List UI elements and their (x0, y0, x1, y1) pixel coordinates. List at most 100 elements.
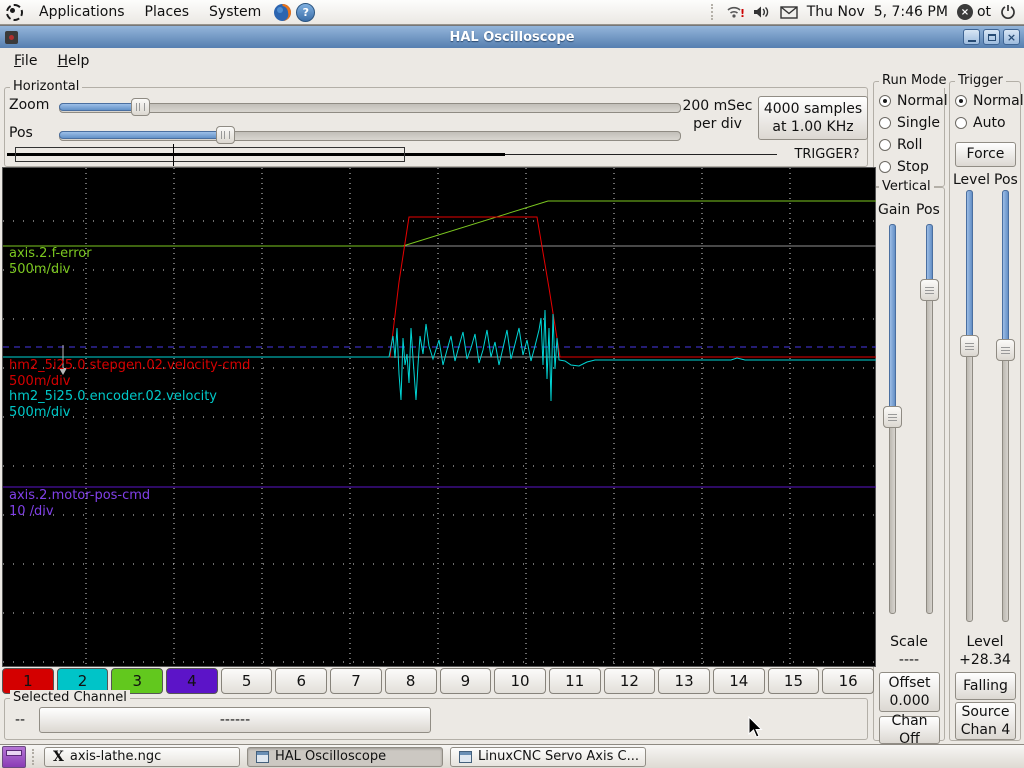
channel-scale: 500m/div (9, 374, 250, 390)
volume-icon[interactable] (753, 5, 771, 19)
pos-slider-label: Pos (9, 125, 33, 141)
x-application-icon: X (53, 750, 64, 764)
svg-text:!: ! (740, 7, 744, 20)
radio-icon (879, 95, 891, 107)
menu-places[interactable]: Places (137, 2, 198, 22)
menu-file[interactable]: File (4, 50, 47, 72)
channel-4-button[interactable]: 4 (166, 668, 218, 694)
channel-11-button[interactable]: 11 (549, 668, 601, 694)
run-mode-single-radio[interactable]: Single (874, 112, 944, 134)
taskbar-window-title: LinuxCNC Servo Axis C... (478, 749, 639, 764)
pos-slider-fill (59, 131, 229, 139)
channel-14-button[interactable]: 14 (713, 668, 765, 694)
trigger-mode-normal-radio[interactable]: Normal (950, 90, 1020, 112)
samples-rate-button[interactable]: 4000 samplesat 1.00 KHz (758, 96, 868, 140)
selected-channel-number: -- (15, 712, 25, 728)
radio-icon (879, 139, 891, 151)
zoom-slider-label: Zoom (9, 97, 49, 113)
trigger-level-slider-label: Level (953, 172, 990, 188)
run-mode-normal-radio[interactable]: Normal (874, 90, 944, 112)
channel-10-button[interactable]: 10 (494, 668, 546, 694)
horizontal-frame: Horizontal Zoom Pos 200 mSecper div 4000… (4, 87, 868, 167)
trigger-level-slider-handle[interactable] (960, 335, 979, 357)
selected-channel-frame: Selected Channel -- ------ (4, 698, 868, 740)
vertical-gain-slider-fill (889, 224, 896, 417)
vertical-gain-slider-handle[interactable] (883, 406, 902, 428)
trigger-source-button[interactable]: SourceChan 4 (955, 702, 1016, 740)
trigger-pos-slider-fill (1002, 190, 1009, 350)
zoom-slider-handle[interactable] (131, 98, 150, 116)
selected-channel-name-button[interactable]: ------ (39, 707, 431, 733)
trigger-level-value: +28.34 (950, 652, 1020, 668)
force-trigger-button[interactable]: Force (955, 142, 1016, 167)
menu-system[interactable]: System (201, 2, 269, 22)
channel-12-button[interactable]: 12 (604, 668, 656, 694)
vertical-scale-caption: Scale (874, 634, 944, 650)
trigger-edge-button[interactable]: Falling (955, 672, 1016, 700)
radio-label: Normal (897, 93, 948, 109)
channel-scale: 500m/div (9, 405, 217, 421)
radio-icon (955, 117, 967, 129)
taskbar: Xaxis-lathe.ngc HAL Oscilloscope LinuxCNC … (0, 744, 1024, 768)
radio-label: Normal (973, 93, 1024, 109)
menu-help[interactable]: Help (47, 50, 99, 72)
channel-8-button[interactable]: 8 (385, 668, 437, 694)
radio-label: Single (897, 115, 940, 131)
record-position-bar (7, 144, 779, 166)
mail-icon[interactable] (780, 6, 798, 19)
pos-slider-handle[interactable] (216, 126, 235, 144)
taskbar-window-title: axis-lathe.ngc (70, 749, 161, 764)
run-mode-roll-radio[interactable]: Roll (874, 134, 944, 156)
zoom-slider-track[interactable] (59, 103, 681, 113)
menu-applications[interactable]: Applications (31, 2, 133, 22)
channel-9-button[interactable]: 9 (440, 668, 492, 694)
channel-signal-name: hm2_5i25.0.stepgen.02.velocity-cmd (9, 358, 250, 374)
radio-icon (955, 95, 967, 107)
channel-7-button[interactable]: 7 (330, 668, 382, 694)
channel-15-button[interactable]: 15 (768, 668, 820, 694)
panel-drag-handle[interactable] (711, 4, 717, 20)
record-trigger-tick (173, 144, 174, 166)
vertical-pos-slider-handle[interactable] (920, 279, 939, 301)
offset-button[interactable]: Offset0.000 (879, 672, 940, 712)
trace-hm2_5i25.0.stepgen.02.velocity-cmd (3, 217, 876, 357)
window-titlebar[interactable]: HAL Oscilloscope × (0, 26, 1024, 48)
panel-clock[interactable]: Thu Nov 5, 7:46 PM (807, 4, 948, 20)
session-close-icon: × (957, 4, 973, 20)
channel-scale: 500m/div (9, 262, 92, 278)
channel-scale: 10 /div (9, 504, 150, 520)
channel-16-button[interactable]: 16 (822, 668, 874, 694)
run-mode-stop-radio[interactable]: Stop (874, 156, 944, 178)
firefox-launcher-icon[interactable] (273, 3, 292, 22)
taskbar-window-linuxcnc-servo-axis-c-[interactable]: LinuxCNC Servo Axis C... (450, 747, 646, 767)
chan-off-button[interactable]: Chan Off (879, 716, 940, 744)
radio-icon (879, 161, 891, 173)
channel-13-button[interactable]: 13 (658, 668, 710, 694)
taskbar-window-hal-oscilloscope[interactable]: HAL Oscilloscope (247, 747, 443, 767)
vertical-scale-value: ---- (874, 652, 944, 668)
network-wifi-icon[interactable]: ! (726, 4, 744, 20)
vertical-frame-label: Vertical (879, 179, 934, 194)
distro-logo-icon[interactable] (6, 4, 23, 21)
user-session-badge[interactable]: × ot (957, 4, 991, 20)
window-icon (459, 751, 472, 763)
trigger-mode-auto-radio[interactable]: Auto (950, 112, 1020, 134)
trigger-status-label: TRIGGER? (785, 147, 869, 163)
window-title: HAL Oscilloscope (0, 30, 1024, 45)
channel-5-button[interactable]: 5 (221, 668, 273, 694)
scope-label-channel-1: hm2_5i25.0.stepgen.02.velocity-cmd500m/d… (9, 358, 250, 390)
trigger-level-slider-fill (966, 190, 973, 346)
desktop-screen: Applications Places System ? ! Thu Nov 5… (0, 0, 1024, 768)
show-desktop-button[interactable] (2, 746, 26, 768)
channel-6-button[interactable]: 6 (275, 668, 327, 694)
trigger-pos-slider-handle[interactable] (996, 339, 1015, 361)
help-launcher-icon[interactable]: ? (296, 3, 315, 22)
scope-display[interactable]: axis.2.f-error500m/divhm2_5i25.0.stepgen… (2, 167, 876, 667)
desktop-top-panel: Applications Places System ? ! Thu Nov 5… (0, 0, 1024, 25)
power-icon[interactable] (1000, 4, 1016, 20)
run-mode-frame-label: Run Mode (879, 73, 949, 88)
vertical-gain-slider-label: Gain (878, 202, 910, 218)
scope-label-channel-2: hm2_5i25.0.encoder.02.velocity500m/div (9, 389, 217, 421)
radio-label: Roll (897, 137, 922, 153)
taskbar-window-axis-lathe-ngc[interactable]: Xaxis-lathe.ngc (44, 747, 240, 767)
